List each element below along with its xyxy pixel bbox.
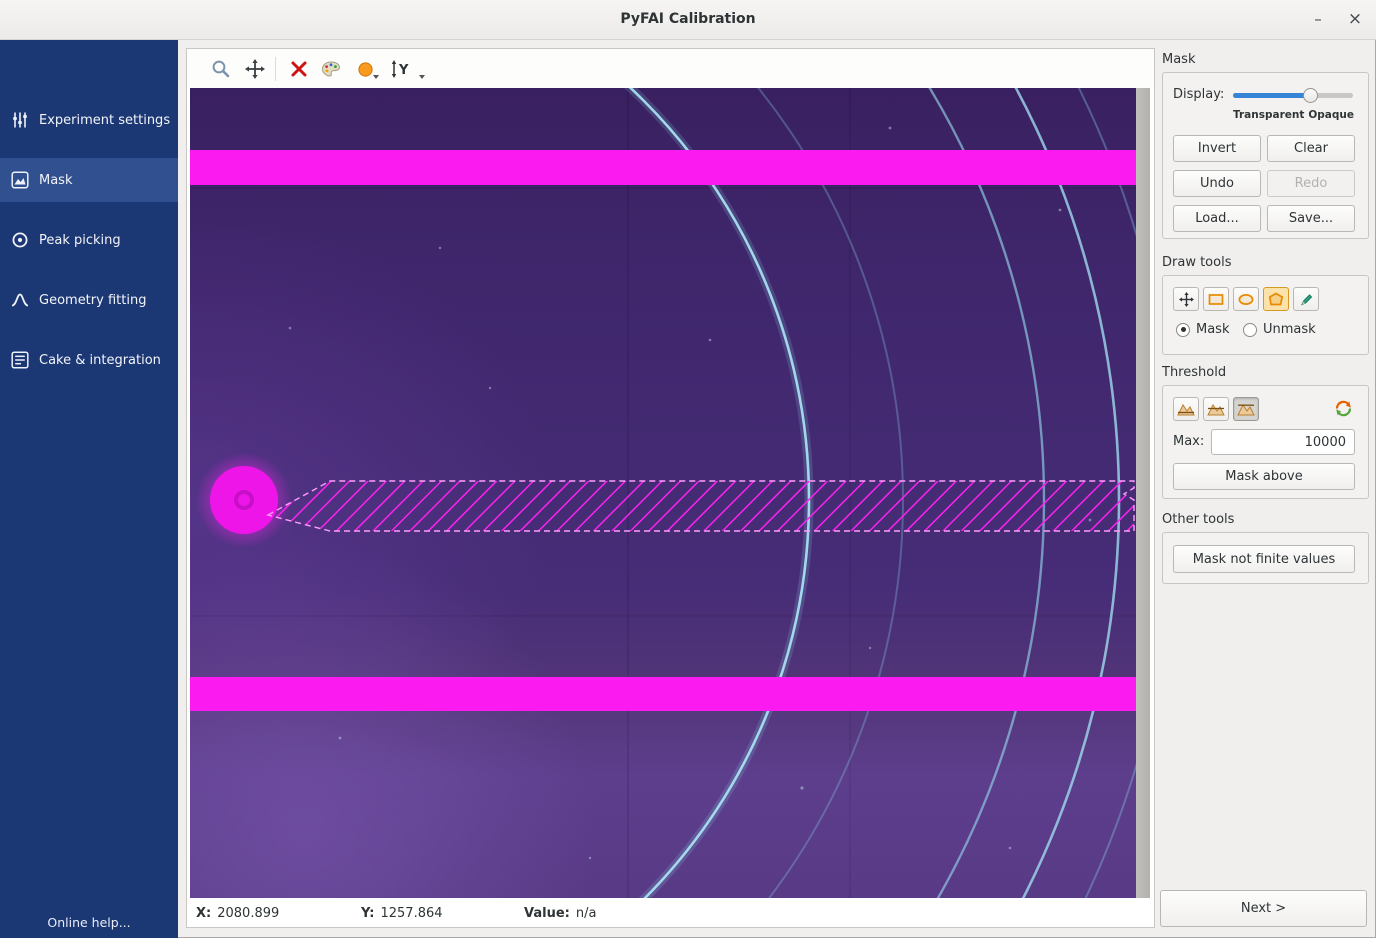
- other-tools-section-title: Other tools: [1162, 512, 1234, 527]
- sidebar-item-label: Cake & integration: [39, 353, 161, 368]
- colormap-palette-icon[interactable]: [319, 57, 343, 81]
- threshold-section-title: Threshold: [1162, 365, 1226, 380]
- slider-fill: [1233, 93, 1311, 98]
- unmask-radio-label: Unmask: [1263, 322, 1316, 337]
- invert-button[interactable]: Invert: [1173, 135, 1261, 162]
- mask-image-icon: [11, 171, 29, 189]
- mask-section-title: Mask: [1162, 52, 1195, 67]
- display-label: Display:: [1173, 87, 1224, 102]
- y-axis-orientation-icon[interactable]: Y: [387, 57, 417, 81]
- mask-groupbox: Display: Transparent Opaque Invert Clear…: [1162, 72, 1369, 239]
- unmask-radio-control[interactable]: [1243, 323, 1257, 337]
- draw-tools-section-title: Draw tools: [1162, 255, 1231, 270]
- y-axis-dropdown-caret-icon[interactable]: [419, 75, 425, 79]
- polygon-mask-selection: [268, 481, 1134, 531]
- plot-widget: Y: [186, 48, 1155, 928]
- svg-text:Y: Y: [398, 63, 409, 78]
- target-rings-icon: [11, 231, 29, 249]
- detector-overlay: [190, 88, 1136, 898]
- mask-radio[interactable]: Mask: [1176, 322, 1229, 337]
- status-x-value: 2080.899: [217, 906, 279, 921]
- refresh-icon[interactable]: [1333, 398, 1355, 420]
- application-window: PyFAI Calibration – × Experiment setting…: [0, 0, 1376, 938]
- other-tools-groupbox: Mask not finite values: [1162, 532, 1369, 584]
- sidebar-item-label: Peak picking: [39, 233, 121, 248]
- status-x-label: X:: [196, 906, 211, 921]
- mask-above-threshold-icon[interactable]: [1233, 397, 1259, 421]
- plot-right-margin-strip: [1136, 88, 1150, 898]
- sidebar-item-mask[interactable]: Mask: [0, 158, 178, 202]
- undo-button[interactable]: Undo: [1173, 170, 1261, 197]
- close-button[interactable]: ×: [1342, 6, 1368, 32]
- status-value-label: Value:: [524, 906, 570, 921]
- ellipse-tool-icon[interactable]: [1233, 287, 1259, 311]
- sidebar-item-peak-picking[interactable]: Peak picking: [0, 218, 178, 262]
- mask-not-finite-button[interactable]: Mask not finite values: [1173, 545, 1355, 573]
- mask-display-slider[interactable]: [1233, 88, 1353, 103]
- polygon-tool-icon[interactable]: [1263, 287, 1289, 311]
- mask-below-threshold-icon[interactable]: [1173, 397, 1199, 421]
- mask-between-threshold-icon[interactable]: [1203, 397, 1229, 421]
- mask-above-button[interactable]: Mask above: [1173, 463, 1355, 490]
- integration-list-icon: [11, 351, 29, 369]
- mask-radio-control[interactable]: [1176, 323, 1190, 337]
- plot-statusbar: X: 2080.899 Y: 1257.864 Value: n/a: [187, 901, 1154, 927]
- mask-band-top: [190, 150, 1136, 185]
- sidebar-item-experiment-settings[interactable]: Experiment settings: [0, 98, 178, 142]
- detector-image-canvas[interactable]: [190, 88, 1136, 898]
- unmask-radio[interactable]: Unmask: [1243, 322, 1316, 337]
- minimize-button[interactable]: –: [1305, 6, 1331, 32]
- mask-overlay: [190, 150, 1136, 711]
- beamstop-mask-circle: [210, 466, 278, 534]
- toolbar-separator: [275, 57, 276, 81]
- redo-button[interactable]: Redo: [1267, 170, 1355, 197]
- marker-color-dropdown-caret-icon[interactable]: [373, 75, 379, 79]
- pan-draw-tool-icon[interactable]: [1173, 287, 1199, 311]
- sidebar-item-label: Geometry fitting: [39, 293, 146, 308]
- threshold-groupbox: Max: Mask above: [1162, 385, 1369, 499]
- opaque-label: Opaque: [1308, 109, 1354, 121]
- max-threshold-input[interactable]: [1211, 429, 1355, 455]
- clear-mask-icon[interactable]: [287, 57, 311, 81]
- sliders-icon: [11, 111, 29, 129]
- clear-button[interactable]: Clear: [1267, 135, 1355, 162]
- transparent-label: Transparent: [1233, 109, 1304, 121]
- status-value: n/a: [576, 906, 597, 921]
- pan-icon[interactable]: [243, 57, 267, 81]
- load-button[interactable]: Load...: [1173, 205, 1261, 232]
- sidebar: Experiment settings Mask Peak picking: [0, 40, 178, 938]
- save-button[interactable]: Save...: [1267, 205, 1355, 232]
- zoom-icon[interactable]: [209, 57, 233, 81]
- slider-handle[interactable]: [1303, 88, 1318, 103]
- sidebar-item-label: Mask: [39, 173, 72, 188]
- draw-tools-groupbox: Mask Unmask: [1162, 275, 1369, 355]
- next-button[interactable]: Next >: [1160, 890, 1367, 927]
- pencil-tool-icon[interactable]: [1293, 287, 1319, 311]
- plot-toolbar: Y: [187, 49, 1154, 88]
- rectangle-tool-icon[interactable]: [1203, 287, 1229, 311]
- window-title: PyFAI Calibration: [0, 11, 1376, 27]
- status-y-label: Y:: [361, 906, 374, 921]
- sidebar-item-geometry-fitting[interactable]: Geometry fitting: [0, 278, 178, 322]
- peak-curve-icon: [11, 291, 29, 309]
- mask-radio-label: Mask: [1196, 322, 1229, 337]
- title-bar: PyFAI Calibration – ×: [0, 0, 1376, 40]
- online-help-link[interactable]: Online help...: [0, 915, 178, 930]
- status-y-value: 1257.864: [380, 906, 442, 921]
- sidebar-item-cake-integration[interactable]: Cake & integration: [0, 338, 178, 382]
- mask-band-bottom: [190, 677, 1136, 711]
- max-label: Max:: [1173, 434, 1204, 449]
- sidebar-item-label: Experiment settings: [39, 113, 170, 128]
